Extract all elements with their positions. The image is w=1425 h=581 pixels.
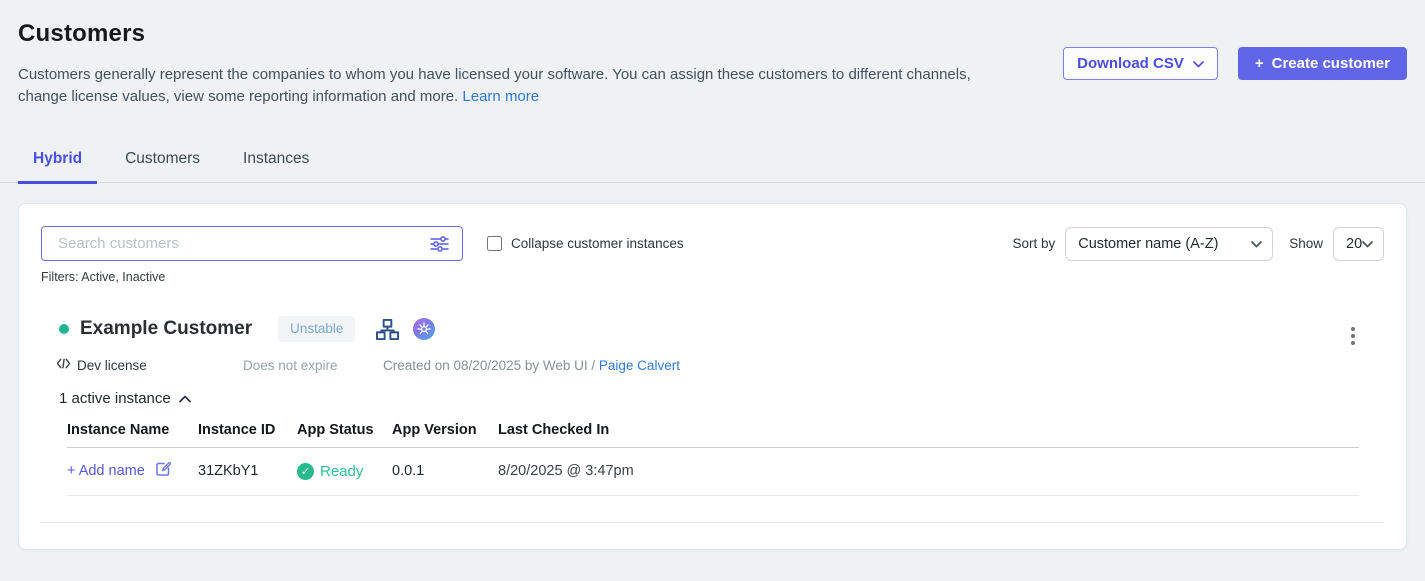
instances-table-header: Instance Name Instance ID App Status App… [67, 422, 1359, 448]
instance-id-cell: 31ZKbY1 [198, 463, 297, 479]
collapse-instances-label: Collapse customer instances [511, 236, 684, 251]
customer-menu-kebab-icon[interactable] [1349, 325, 1357, 347]
col-instance-id: Instance ID [198, 422, 297, 438]
customer-meta-row: Dev license Does not expire Created on 0… [41, 357, 1384, 373]
app-status-label: Ready [320, 463, 363, 480]
create-customer-label: Create customer [1272, 55, 1390, 72]
col-app-status: App Status [297, 422, 392, 438]
show-select[interactable]: 20 [1333, 227, 1384, 261]
sort-select-value: Customer name (A-Z) [1078, 236, 1218, 252]
add-name-label: + Add name [67, 463, 145, 479]
active-status-dot [59, 324, 69, 334]
chevron-up-icon [179, 390, 191, 407]
created-by-link[interactable]: Paige Calvert [599, 358, 680, 373]
customers-panel: Collapse customer instances Sort by Cust… [18, 203, 1407, 550]
app-version-cell: 0.0.1 [392, 463, 498, 479]
customer-row: Example Customer Unstable [41, 311, 1384, 347]
collapse-instances-control: Collapse customer instances [487, 236, 684, 251]
chevron-down-icon [1193, 55, 1204, 72]
check-circle-icon: ✓ [297, 463, 314, 480]
instance-summary-label: 1 active instance [59, 390, 171, 407]
channel-badge: Unstable [278, 316, 355, 342]
sort-select[interactable]: Customer name (A-Z) [1065, 227, 1273, 261]
code-icon [56, 357, 71, 373]
tab-bar: Hybrid Customers Instances [0, 138, 1425, 183]
instance-row: + Add name 31ZKbY1 ✓ Ready 0.0.1 8/20/20… [67, 448, 1359, 496]
tab-hybrid[interactable]: Hybrid [18, 138, 97, 184]
filter-sliders-icon[interactable] [425, 235, 462, 253]
header-actions: Download CSV + Create customer [1063, 47, 1407, 80]
instances-table: Instance Name Instance ID App Status App… [67, 422, 1359, 496]
page-description: Customers generally represent the compan… [18, 64, 976, 108]
show-label: Show [1289, 236, 1323, 251]
customer-name[interactable]: Example Customer [80, 318, 252, 340]
app-status-cell: ✓ Ready [297, 463, 392, 480]
created-info: Created on 08/20/2025 by Web UI / Paige … [383, 358, 680, 373]
org-chart-icon[interactable] [375, 318, 400, 341]
search-box [41, 226, 463, 261]
active-filters-text: Filters: Active, Inactive [41, 270, 1384, 284]
download-csv-label: Download CSV [1077, 55, 1184, 72]
collapse-instances-checkbox[interactable] [487, 236, 502, 251]
learn-more-link[interactable]: Learn more [462, 88, 539, 105]
create-customer-button[interactable]: + Create customer [1238, 47, 1407, 80]
card-bottom-divider [41, 522, 1384, 523]
col-instance-name: Instance Name [67, 422, 198, 438]
tab-customers[interactable]: Customers [110, 138, 215, 184]
instance-summary-toggle[interactable]: 1 active instance [41, 390, 191, 407]
edit-icon [154, 460, 172, 482]
toolbar-right: Sort by Customer name (A-Z) Show 20 [1012, 227, 1384, 261]
license-type: Dev license [56, 357, 243, 373]
add-instance-name-button[interactable]: + Add name [67, 460, 198, 482]
show-select-value: 20 [1346, 236, 1362, 252]
page-header: Customers Customers generally represent … [0, 0, 1425, 108]
plus-icon: + [1255, 55, 1264, 72]
sort-by-label: Sort by [1012, 236, 1055, 251]
search-input[interactable] [42, 235, 425, 252]
tab-instances[interactable]: Instances [228, 138, 324, 184]
chevron-down-icon [1362, 236, 1373, 252]
license-type-label: Dev license [77, 358, 147, 373]
chevron-down-icon [1251, 236, 1262, 252]
page-title: Customers [18, 20, 1407, 48]
last-checked-in-cell: 8/20/2025 @ 3:47pm [498, 463, 1359, 479]
col-last-checked-in: Last Checked In [498, 422, 1359, 438]
download-csv-button[interactable]: Download CSV [1063, 47, 1218, 80]
created-info-text: Created on 08/20/2025 by Web UI / [383, 358, 595, 373]
col-app-version: App Version [392, 422, 498, 438]
license-expiry: Does not expire [243, 358, 383, 373]
toolbar: Collapse customer instances Sort by Cust… [41, 226, 1384, 261]
kubernetes-icon[interactable] [413, 318, 435, 340]
